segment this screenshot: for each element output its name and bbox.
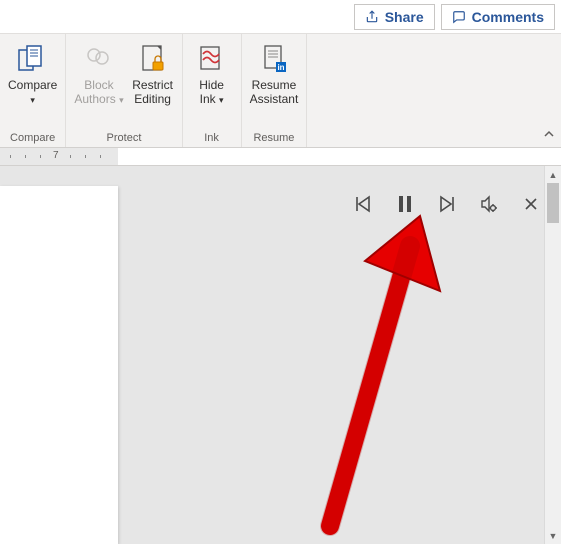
collapse-ribbon-button[interactable] xyxy=(543,128,555,143)
read-aloud-toolbar xyxy=(353,194,541,214)
resume-assistant-button[interactable]: in ResumeAssistant xyxy=(246,38,303,106)
chevron-down-icon: ▾ xyxy=(219,95,224,105)
settings-button[interactable] xyxy=(479,194,499,214)
horizontal-ruler[interactable]: 7 xyxy=(0,148,561,166)
share-label: Share xyxy=(385,9,424,25)
compare-label: Compare xyxy=(8,78,57,92)
protect-group-label: Protect xyxy=(70,130,177,147)
compare-group-label: Compare xyxy=(4,130,61,147)
vertical-scrollbar[interactable]: ▲ ▼ xyxy=(544,166,561,544)
hide-ink-icon xyxy=(195,42,229,76)
ruler-mark: 7 xyxy=(53,150,59,161)
group-compare: Compare ▾ Compare xyxy=(0,34,66,147)
previous-button[interactable] xyxy=(353,194,373,214)
scroll-down-button[interactable]: ▼ xyxy=(545,527,561,544)
compare-icon xyxy=(16,42,50,76)
close-button[interactable] xyxy=(521,194,541,214)
block-authors-icon xyxy=(82,42,116,76)
group-protect: BlockAuthors ▾ RestrictEditing Protect xyxy=(66,34,182,147)
block-authors-button: BlockAuthors ▾ xyxy=(70,38,127,107)
title-bar-actions: Share Comments xyxy=(0,0,561,34)
close-icon xyxy=(524,197,538,211)
restrict-editing-button[interactable]: RestrictEditing xyxy=(128,38,178,106)
hide-ink-button[interactable]: HideInk ▾ xyxy=(187,38,237,107)
document-page[interactable] xyxy=(0,186,118,544)
comments-label: Comments xyxy=(472,9,544,25)
next-button[interactable] xyxy=(437,194,457,214)
audio-settings-icon xyxy=(480,195,498,213)
scroll-up-button[interactable]: ▲ xyxy=(545,166,561,183)
annotation-arrow xyxy=(290,206,470,536)
resume-group-label: Resume xyxy=(246,130,303,147)
skip-forward-icon xyxy=(438,195,456,213)
scroll-thumb[interactable] xyxy=(547,183,559,223)
compare-button[interactable]: Compare ▾ xyxy=(4,38,61,107)
ribbon: Compare ▾ Compare BlockAuthors ▾ Restrict… xyxy=(0,34,561,148)
share-button[interactable]: Share xyxy=(354,4,435,30)
group-resume: in ResumeAssistant Resume xyxy=(242,34,308,147)
chevron-down-icon: ▾ xyxy=(119,95,124,105)
group-ink: HideInk ▾ Ink xyxy=(183,34,242,147)
comment-icon xyxy=(452,10,466,24)
comments-button[interactable]: Comments xyxy=(441,4,555,30)
chevron-up-icon xyxy=(543,128,555,140)
skip-back-icon xyxy=(354,195,372,213)
pause-button[interactable] xyxy=(395,194,415,214)
chevron-down-icon: ▾ xyxy=(30,95,35,105)
share-icon xyxy=(365,10,379,24)
ink-group-label: Ink xyxy=(187,130,237,147)
restrict-editing-icon xyxy=(136,42,170,76)
resume-assistant-icon: in xyxy=(257,42,291,76)
pause-icon xyxy=(397,195,413,213)
document-area: ▲ ▼ xyxy=(0,166,561,544)
svg-text:in: in xyxy=(277,63,284,72)
